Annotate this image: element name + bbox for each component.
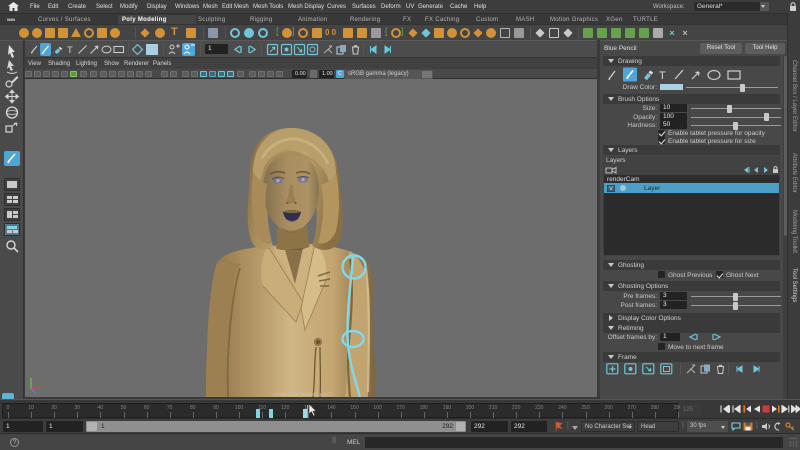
svg-text:renderCam (renderLayer1): renderCam (renderLayer1) bbox=[273, 392, 333, 397]
svg-text:T: T bbox=[67, 45, 73, 56]
svg-text:T: T bbox=[659, 70, 666, 82]
